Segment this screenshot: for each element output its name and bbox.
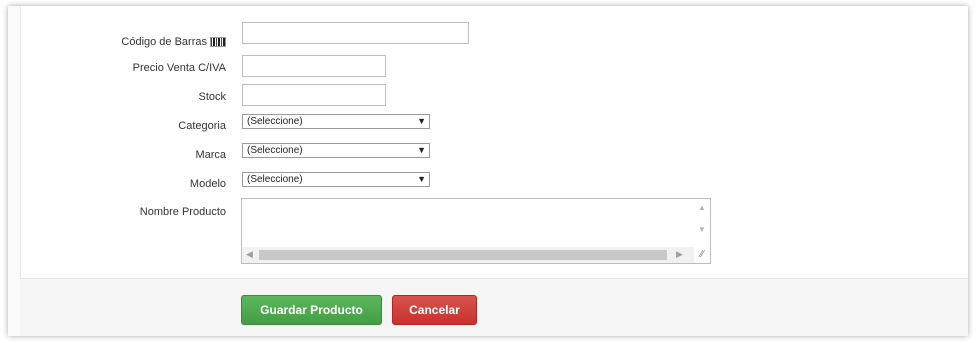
scroll-right-icon[interactable]: ▶ [676,249,683,260]
horizontal-scrollbar[interactable]: ◀ ▶ [242,247,694,263]
model-label: Modelo [189,178,226,190]
price-label: Precio Venta C/IVA [132,62,226,74]
barcode-label-row: Código de Barras [48,36,226,48]
scroll-thumb[interactable] [259,250,667,260]
chevron-down-icon: ▼ [417,145,426,155]
name-label: Nombre Producto [139,206,226,218]
stock-input[interactable] [242,84,386,106]
chevron-down-icon: ▼ [417,174,426,184]
category-label: Categoria [178,120,226,132]
price-input[interactable] [242,55,386,77]
scroll-down-icon[interactable]: ▼ [698,225,706,234]
brand-select[interactable]: (Seleccione) ▼ [242,143,430,158]
stock-label: Stock [198,91,226,103]
barcode-input[interactable] [242,22,469,44]
product-form-panel: Código de Barras Precio Venta C/IVA Stoc… [8,6,968,336]
barcode-label: Código de Barras [121,36,207,48]
cancel-button[interactable]: Cancelar [392,295,477,325]
brand-selected: (Seleccione) [247,145,303,156]
barcode-icon [210,37,226,48]
category-select[interactable]: (Seleccione) ▼ [242,114,430,129]
scroll-left-icon[interactable]: ◀ [246,249,253,260]
model-select[interactable]: (Seleccione) ▼ [242,172,430,187]
resize-grip-icon[interactable]: ∕∕ [694,247,710,263]
save-product-button[interactable]: Guardar Producto [241,295,382,325]
form-footer: Guardar Producto Cancelar [20,278,968,336]
chevron-down-icon: ▼ [417,116,426,126]
name-textarea[interactable]: ▲ ▼ ◀ ▶ ∕∕ [241,198,711,264]
brand-label: Marca [195,149,226,161]
model-selected: (Seleccione) [247,174,303,185]
category-selected: (Seleccione) [247,116,303,127]
scroll-up-icon[interactable]: ▲ [698,203,706,212]
vertical-scrollbar[interactable]: ▲ ▼ [694,199,710,247]
